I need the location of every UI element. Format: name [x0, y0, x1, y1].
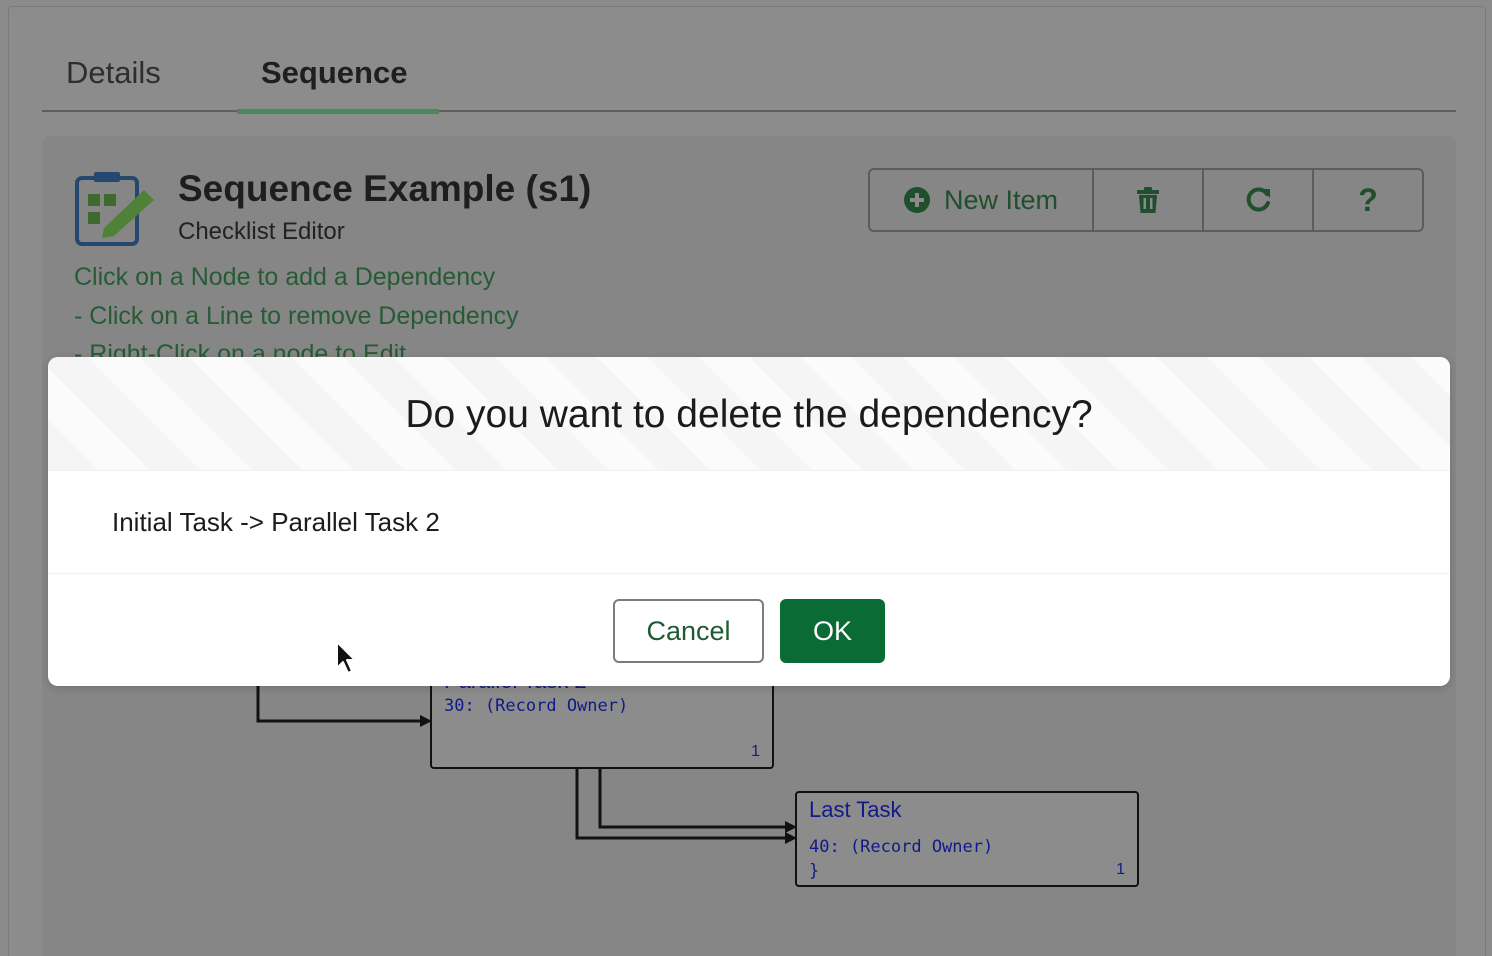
node-last-task[interactable]: Last Task 40: (Record Owner) } 1	[795, 791, 1139, 887]
dialog-message: Initial Task -> Parallel Task 2	[112, 507, 440, 537]
dependency-line-parallel2-to-last-a[interactable]	[575, 769, 797, 844]
ok-button[interactable]: OK	[780, 599, 885, 663]
dialog-footer: Cancel OK	[48, 573, 1450, 686]
dependency-line-initial-to-parallel2[interactable]	[256, 686, 432, 727]
node-count: 1	[1116, 861, 1125, 878]
dialog-title: Do you want to delete the dependency?	[405, 393, 1093, 436]
delete-dependency-dialog: Do you want to delete the dependency? In…	[48, 357, 1450, 686]
dialog-header: Do you want to delete the dependency?	[48, 357, 1450, 471]
node-subtitle: 30: (Record Owner)	[444, 696, 629, 716]
node-subtitle: 40: (Record Owner)	[809, 837, 994, 857]
mouse-cursor-icon	[336, 641, 356, 674]
node-count: 1	[751, 743, 760, 760]
node-title: Last Task	[809, 797, 902, 822]
node-extra: }	[809, 861, 820, 881]
cancel-button[interactable]: Cancel	[613, 599, 764, 663]
